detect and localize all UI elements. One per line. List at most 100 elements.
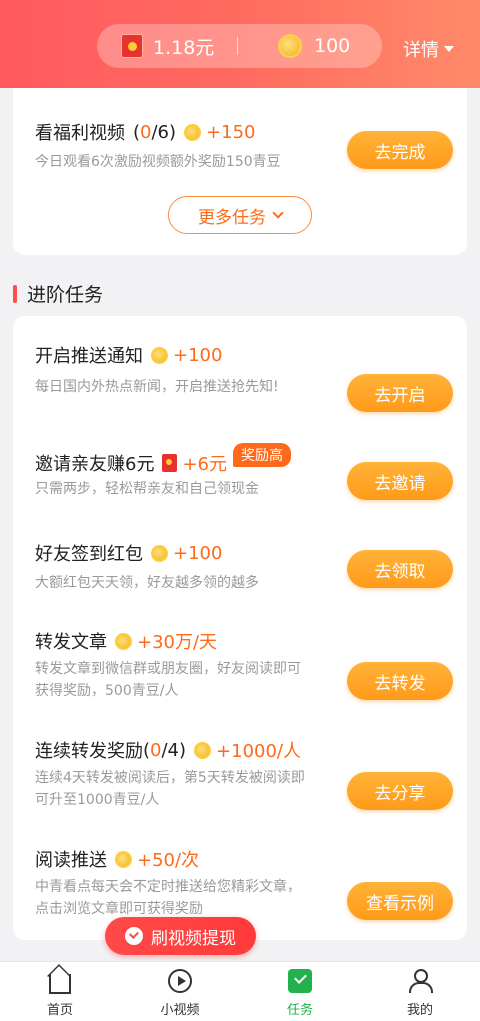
task-title-text: 邀请亲友赚6元 bbox=[35, 454, 155, 475]
check-badge-icon bbox=[125, 927, 143, 945]
progress-open: ( bbox=[143, 739, 151, 761]
advanced-tasks-card: 开启推送通知 +100 每日国内外热点新闻，开启推送抢先知! 去开启 邀请亲友赚… bbox=[13, 316, 467, 940]
view-example-button[interactable]: 查看示例 bbox=[347, 882, 453, 920]
task-welfare-video: 看福利视频 (0 /6) +150 今日观看6次激励视频额外奖励150青豆 bbox=[35, 119, 335, 173]
complete-button[interactable]: 去完成 bbox=[347, 131, 453, 169]
task-title-text: 连续转发奖励 bbox=[35, 741, 143, 762]
tab-label: 任务 bbox=[286, 1003, 313, 1018]
header-bar: 1.18元 100 详情 bbox=[0, 0, 480, 88]
balance-pill[interactable]: 1.18元 100 bbox=[97, 24, 382, 68]
task-title-text: 好友签到红包 bbox=[35, 544, 143, 565]
task-title-text: 看福利视频 bbox=[35, 123, 125, 144]
coin-icon bbox=[184, 123, 202, 141]
tab-label: 我的 bbox=[406, 1003, 433, 1018]
caret-down-icon bbox=[444, 46, 454, 52]
red-envelope-icon bbox=[121, 34, 143, 58]
detail-dropdown[interactable]: 详情 bbox=[403, 36, 454, 62]
reward-value: +30万/天 bbox=[137, 632, 218, 653]
tab-tasks[interactable]: 任务 bbox=[240, 962, 360, 1021]
coin-icon bbox=[151, 346, 168, 364]
coin-balance[interactable]: 100 bbox=[238, 34, 350, 58]
cash-balance-value: 1.18元 bbox=[153, 36, 215, 59]
task-consecutive-share: 连续转发奖励 (0 /4) +1000/人 连续4天转发被阅读后，第5天转发被阅… bbox=[35, 737, 335, 811]
task-share-article: 转发文章 +30万/天 转发文章到微信群或朋友圈，好友阅读即可获得奖励，500青… bbox=[35, 628, 335, 702]
task-title: 阅读推送 +50/次 bbox=[35, 846, 335, 872]
share-button[interactable]: 去分享 bbox=[347, 772, 453, 810]
task-check-icon bbox=[288, 969, 312, 993]
task-reward: +150 bbox=[184, 122, 255, 143]
task-description: 转发文章到微信群或朋友圈，好友阅读即可获得奖励，500青豆/人 bbox=[35, 661, 301, 699]
coin-icon bbox=[278, 34, 302, 58]
play-icon bbox=[168, 969, 192, 993]
reward-value: +6元 bbox=[182, 454, 227, 475]
task-description: 连续4天转发被阅读后，第5天转发被阅读即可升至1000青豆/人 bbox=[35, 770, 305, 808]
reward-value: +1000/人 bbox=[216, 741, 301, 762]
share-article-button[interactable]: 去转发 bbox=[347, 662, 453, 700]
progress-current: 0 bbox=[150, 739, 162, 761]
play-icon-wrap bbox=[167, 968, 193, 994]
task-title-text: 转发文章 bbox=[35, 632, 107, 653]
task-reward: +1000/人 bbox=[194, 737, 301, 763]
red-envelope-icon bbox=[162, 454, 178, 472]
task-description: 今日观看6次激励视频额外奖励150青豆 bbox=[35, 154, 281, 170]
task-title-text: 阅读推送 bbox=[35, 850, 107, 871]
task-description: 中青看点每天会不定时推送给您精彩文章，点击浏览文章即可获得奖励 bbox=[35, 879, 301, 917]
home-icon-wrap bbox=[47, 968, 73, 994]
coin-balance-value: 100 bbox=[314, 35, 351, 57]
task-icon-wrap bbox=[287, 968, 313, 994]
tab-label: 首页 bbox=[46, 1003, 73, 1018]
task-reward: +6元 bbox=[162, 450, 227, 476]
progress-total: /6) bbox=[151, 121, 177, 143]
bottom-tab-bar: 首页 小视频 任务 我的 bbox=[0, 961, 480, 1021]
more-tasks-button[interactable]: 更多任务 bbox=[168, 196, 312, 234]
section-title: 进阶任务 bbox=[27, 284, 104, 306]
reward-value: +100 bbox=[173, 542, 223, 564]
task-title: 转发文章 +30万/天 bbox=[35, 628, 335, 654]
home-icon bbox=[49, 974, 71, 994]
detail-label: 详情 bbox=[403, 40, 439, 61]
coin-icon bbox=[194, 741, 212, 759]
tab-short-video[interactable]: 小视频 bbox=[120, 962, 240, 1021]
task-title: 连续转发奖励 (0 /4) +1000/人 bbox=[35, 737, 335, 763]
user-icon-wrap bbox=[407, 968, 433, 994]
task-title: 好友签到红包 +100 bbox=[35, 540, 335, 566]
task-reward: +50/次 bbox=[115, 846, 199, 872]
task-read-push: 阅读推送 +50/次 中青看点每天会不定时推送给您精彩文章，点击浏览文章即可获得… bbox=[35, 846, 335, 920]
reward-value: +150 bbox=[206, 121, 256, 143]
coin-icon bbox=[115, 632, 132, 650]
tab-label: 小视频 bbox=[160, 1003, 200, 1018]
watch-video-withdraw-button[interactable]: 刷视频提现 bbox=[105, 917, 256, 955]
tab-home[interactable]: 首页 bbox=[0, 962, 120, 1021]
task-description: 大额红包天天领，好友越多领的越多 bbox=[35, 575, 259, 591]
float-pill-label: 刷视频提现 bbox=[151, 928, 236, 949]
cash-balance[interactable]: 1.18元 bbox=[97, 33, 237, 60]
daily-task-card: 看福利视频 (0 /6) +150 今日观看6次激励视频额外奖励150青豆 去完… bbox=[13, 88, 467, 255]
task-description: 只需两步，轻松帮亲友和自己领现金 bbox=[35, 481, 259, 497]
section-advanced-tasks: 进阶任务 bbox=[13, 280, 103, 307]
progress-open: ( bbox=[133, 121, 141, 143]
task-reward: +100 bbox=[151, 345, 222, 366]
task-push-notification: 开启推送通知 +100 每日国内外热点新闻，开启推送抢先知! bbox=[35, 342, 335, 398]
coin-icon bbox=[115, 850, 132, 868]
task-title: 邀请亲友赚6元 +6元 奖励高 bbox=[35, 443, 335, 476]
task-title-text: 开启推送通知 bbox=[35, 346, 143, 367]
reward-value: +50/次 bbox=[137, 850, 200, 871]
chevron-down-icon bbox=[272, 207, 284, 219]
more-tasks-label: 更多任务 bbox=[198, 207, 266, 228]
claim-button[interactable]: 去领取 bbox=[347, 550, 453, 588]
task-title: 看福利视频 (0 /6) +150 bbox=[35, 119, 335, 145]
enable-push-button[interactable]: 去开启 bbox=[347, 374, 453, 412]
invite-button[interactable]: 去邀请 bbox=[347, 462, 453, 500]
task-reward: +100 bbox=[151, 543, 222, 564]
section-accent-bar bbox=[13, 284, 17, 303]
user-icon bbox=[408, 969, 433, 993]
progress-current: 0 bbox=[140, 121, 152, 143]
task-friend-checkin: 好友签到红包 +100 大额红包天天领，好友越多领的越多 bbox=[35, 540, 335, 594]
task-reward: +30万/天 bbox=[115, 628, 217, 654]
task-invite-friends: 邀请亲友赚6元 +6元 奖励高 只需两步，轻松帮亲友和自己领现金 bbox=[35, 443, 335, 500]
progress-total: /4) bbox=[161, 739, 187, 761]
task-title: 开启推送通知 +100 bbox=[35, 342, 335, 368]
tab-mine[interactable]: 我的 bbox=[360, 962, 480, 1021]
reward-value: +100 bbox=[173, 344, 223, 366]
high-reward-badge: 奖励高 bbox=[233, 443, 291, 467]
